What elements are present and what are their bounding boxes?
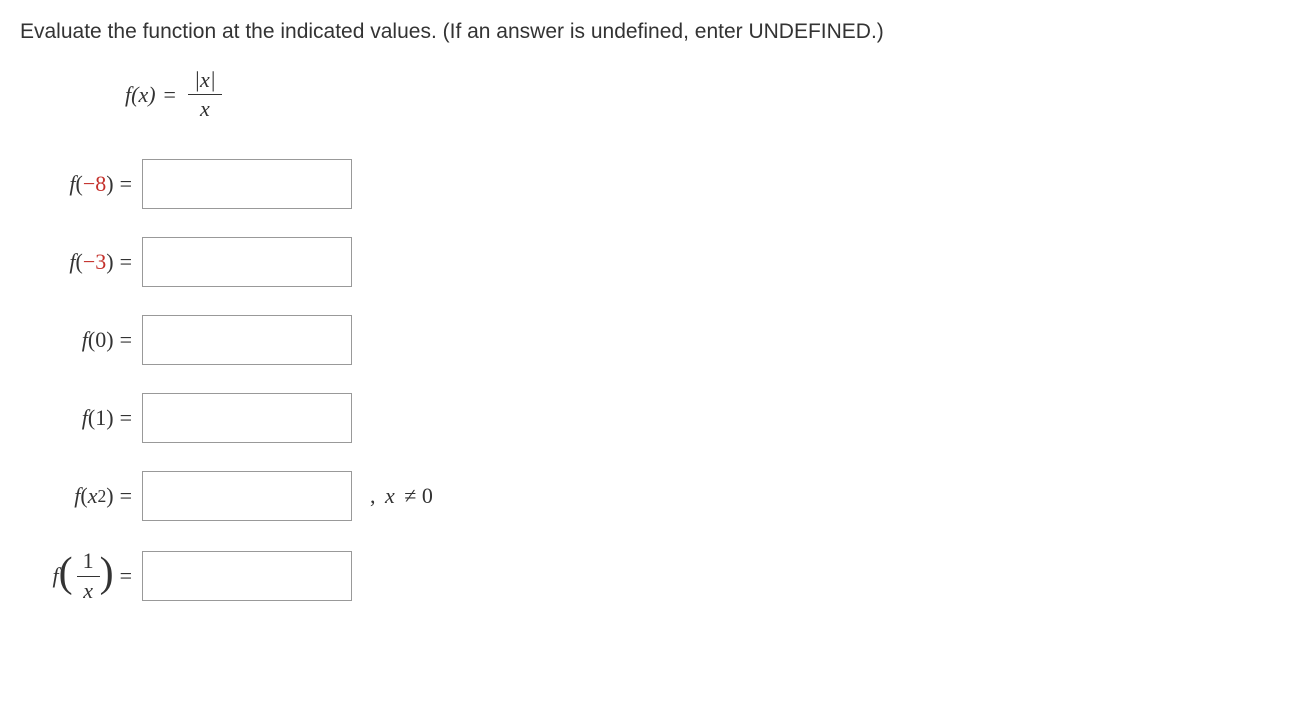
close-paren: ) [106,171,113,197]
equals: = [120,563,132,589]
answer-input[interactable] [142,159,352,209]
value: 1 [95,405,106,431]
close-paren: ) [106,327,113,353]
answer-row: f(1) = [20,393,1288,443]
condition-tail: , x ≠ 0 [370,483,433,509]
neg-value: −8 [83,171,106,197]
answer-row: f(x2) = , x ≠ 0 [20,471,1288,521]
answer-row: f(0) = [20,315,1288,365]
fraction: |x| x [188,68,222,121]
answer-input[interactable] [142,393,352,443]
equals: = [120,327,132,353]
answer-row: f( 1 x ) = [20,549,1288,602]
answer-row: f(−8) = [20,159,1288,209]
fraction-numerator: |x| [188,68,222,95]
row-label: f(0) = [20,327,142,353]
open-paren: ( [80,483,87,509]
function-name: f(x) [125,82,156,108]
fraction-numerator: 1 [77,549,100,576]
close-paren: ) [106,249,113,275]
zero-val: 0 [422,483,433,508]
open-paren: ( [76,249,83,275]
open-paren: ( [88,405,95,431]
equals: = [164,82,176,108]
not-equal: ≠ [404,483,416,508]
open-paren: ( [88,327,95,353]
answer-input[interactable] [142,237,352,287]
f-of-frac: f( 1 x ) [52,549,113,602]
neg-value: −3 [83,249,106,275]
row-label: f(−3) = [20,249,142,275]
fraction-denominator: x [200,95,210,121]
fraction-denominator: x [83,577,93,603]
comma: , [370,483,376,508]
row-label: f( 1 x ) = [20,549,142,602]
equals: = [120,171,132,197]
close-paren-big: ) [100,555,114,593]
answer-input[interactable] [142,315,352,365]
row-label: f(x2) = [20,483,142,509]
x-base: x [88,483,98,509]
answer-input[interactable] [142,551,352,601]
fraction-arg: 1 x [77,549,100,602]
row-label: f(−8) = [20,171,142,197]
equals: = [120,405,132,431]
answer-input[interactable] [142,471,352,521]
equals: = [120,249,132,275]
function-definition: f(x) = |x| x [125,68,1288,121]
close-paren: ) [106,483,113,509]
row-label: f(1) = [20,405,142,431]
value: 0 [95,327,106,353]
close-paren: ) [106,405,113,431]
x-var: x [385,483,395,508]
instruction-text: Evaluate the function at the indicated v… [20,20,1288,44]
equals: = [120,483,132,509]
answer-row: f(−3) = [20,237,1288,287]
open-paren: ( [76,171,83,197]
open-paren-big: ( [59,555,73,593]
